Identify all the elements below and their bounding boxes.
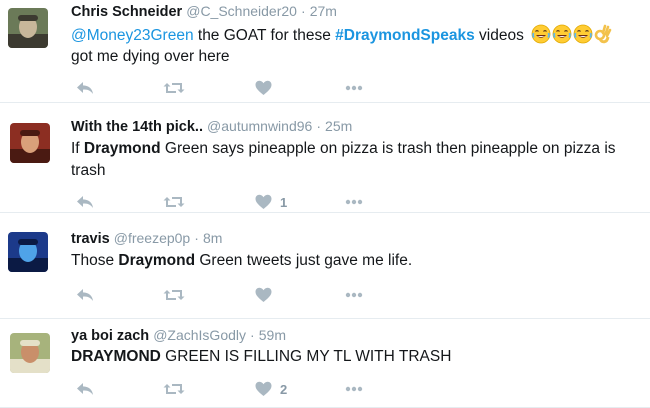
retweet-button[interactable]: [163, 285, 185, 305]
reply-button[interactable]: [76, 285, 94, 305]
tweet-actions: 1: [0, 192, 650, 212]
avatar[interactable]: [8, 8, 48, 48]
tweet-header: Chris Schneider @C_Schneider20 · 27m: [71, 2, 337, 21]
tweet-header: ya boi zach @ZachIsGodly · 59m: [71, 326, 286, 345]
tweet-text-segment: Those: [71, 252, 119, 269]
timestamp[interactable]: 8m: [203, 230, 222, 246]
separator: ·: [250, 327, 255, 343]
more-icon: [345, 199, 363, 205]
tweet-text-line: trash: [71, 162, 106, 179]
reply-icon: [76, 287, 94, 303]
reply-icon: [76, 194, 94, 210]
more-button[interactable]: [345, 379, 363, 399]
reply-button[interactable]: [76, 192, 94, 212]
tweet-actions: [0, 78, 650, 98]
tweet-text-segment: Green tweets just gave me life.: [195, 252, 413, 269]
tweet-text: Those Draymond Green tweets just gave me…: [71, 250, 641, 272]
more-icon: [345, 386, 363, 392]
reply-button[interactable]: [76, 78, 94, 98]
hashtag-link[interactable]: #DraymondSpeaks: [335, 27, 475, 44]
heart-icon: [255, 381, 272, 397]
display-name[interactable]: Chris Schneider: [71, 4, 182, 20]
tweet-text-segment: Green says pineapple on pizza is trash t…: [160, 140, 616, 157]
user-handle[interactable]: @C_Schneider20: [186, 3, 297, 19]
timestamp[interactable]: 25m: [325, 118, 352, 134]
more-button[interactable]: [345, 78, 363, 98]
tweet-actions: [0, 285, 650, 305]
reply-icon: [76, 381, 94, 397]
retweet-icon: [163, 194, 185, 210]
tweet-text-segment: GREEN IS FILLING MY TL WITH TRASH: [160, 348, 452, 365]
tweet-text: DRAYMOND GREEN IS FILLING MY TL WITH TRA…: [71, 346, 641, 368]
retweet-button[interactable]: [163, 379, 185, 399]
user-handle[interactable]: @freezep0p: [114, 230, 190, 246]
highlighted-keyword: Draymond: [118, 252, 196, 269]
like-button[interactable]: [255, 285, 272, 305]
more-icon: [345, 85, 363, 91]
tweet-text: If Draymond Green says pineapple on pizz…: [71, 138, 641, 160]
more-icon: [345, 292, 363, 298]
highlighted-keyword: Draymond: [83, 140, 161, 157]
reply-icon: [76, 80, 94, 96]
separator: ·: [301, 3, 306, 19]
like-count: 1: [280, 194, 288, 210]
tweet-text-segment: If: [71, 140, 84, 157]
user-handle[interactable]: @autumnwind96: [207, 118, 312, 134]
tweet-header: travis @freezep0p · 8m: [71, 229, 222, 248]
retweet-button[interactable]: [163, 78, 185, 98]
reply-button[interactable]: [76, 379, 94, 399]
more-button[interactable]: [345, 192, 363, 212]
heart-icon: [255, 80, 272, 96]
heart-icon: [255, 194, 272, 210]
timestamp[interactable]: 27m: [310, 3, 337, 19]
retweet-icon: [163, 381, 185, 397]
user-handle[interactable]: @ZachIsGodly: [153, 327, 246, 343]
tweet-actions: 2: [0, 379, 650, 399]
retweet-icon: [163, 287, 185, 303]
avatar[interactable]: [8, 232, 48, 272]
tweet-text-segment: the GOAT for these: [193, 27, 336, 44]
tweet-text-segment: videos: [474, 27, 529, 44]
like-button[interactable]: 1: [255, 192, 287, 212]
display-name[interactable]: With the 14th pick..: [71, 119, 203, 135]
mention-link[interactable]: @Money23Green: [71, 27, 194, 44]
avatar[interactable]: [10, 333, 50, 373]
retweet-icon: [163, 80, 185, 96]
retweet-button[interactable]: [163, 192, 185, 212]
like-button[interactable]: 2: [255, 379, 287, 399]
more-button[interactable]: [345, 285, 363, 305]
highlighted-keyword: DRAYMOND: [71, 348, 161, 365]
timestamp[interactable]: 59m: [259, 327, 286, 343]
display-name[interactable]: travis: [71, 231, 110, 247]
separator: ·: [316, 118, 322, 134]
tweet-text-line: got me dying over here: [71, 48, 230, 65]
heart-icon: [255, 287, 272, 303]
separator: ·: [194, 230, 199, 246]
tweet-header: With the 14th pick.. @autumnwind96 · 25m: [71, 117, 352, 136]
display-name[interactable]: ya boi zach: [71, 328, 149, 344]
like-button[interactable]: [255, 78, 272, 98]
avatar[interactable]: [10, 123, 50, 163]
like-count: 2: [280, 381, 288, 397]
